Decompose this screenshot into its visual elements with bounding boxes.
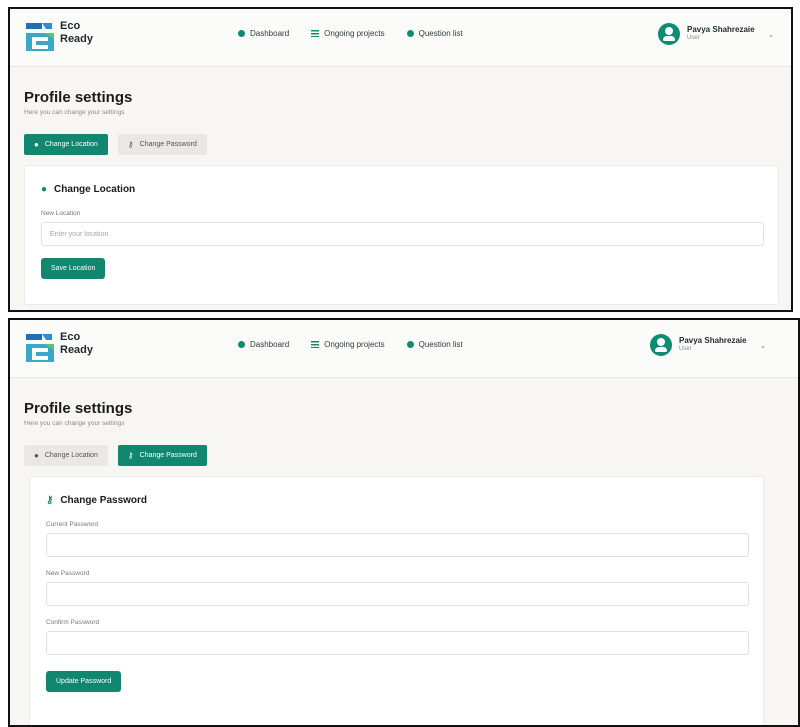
nav-ongoing-projects-label: Ongoing projects	[324, 29, 385, 38]
question-dot-icon	[406, 30, 414, 37]
save-location-button[interactable]: Save Location	[41, 258, 106, 279]
location-pin-icon: ●	[34, 450, 39, 460]
chevron-down-icon[interactable]: ⌄	[768, 30, 775, 39]
eco-ready-logo[interactable]: Eco Ready	[24, 19, 104, 55]
card-title-text: Change Password	[60, 495, 148, 506]
change-location-card: ● Change Location New Location Save Loca…	[24, 165, 779, 305]
nav-dashboard-label: Dashboard	[250, 29, 290, 38]
avatar-icon	[650, 334, 672, 356]
new-location-label: New Location	[41, 210, 81, 217]
settings-tabs: ● Change Location ⚷ Change Password	[24, 134, 779, 155]
card-title-text: Change Location	[54, 184, 136, 195]
top-navbar: Eco Ready Dashboard Ongoing projects Que…	[10, 9, 791, 67]
screenshot-change-location: Eco Ready Dashboard Ongoing projects Que…	[8, 7, 793, 312]
main-nav: Dashboard Ongoing projects Question list	[238, 29, 463, 38]
logo-icon	[26, 334, 54, 362]
tab-change-location[interactable]: ● Change Location	[24, 134, 108, 155]
tab-change-password[interactable]: ⚷ Change Password	[117, 134, 207, 155]
logo-text: Eco Ready	[60, 331, 93, 357]
nav-dashboard[interactable]: Dashboard	[238, 340, 289, 349]
user-name: Pavya Shahrezaie	[687, 25, 755, 34]
list-icon	[311, 30, 320, 37]
main-nav: Dashboard Ongoing projects Question list	[238, 340, 463, 349]
current-password-input[interactable]	[46, 533, 749, 557]
page-subtitle: Here you can change your settings	[24, 420, 125, 427]
profile-settings-page: Profile settings Here you can change you…	[24, 89, 779, 305]
update-password-button[interactable]: Update Password	[46, 671, 122, 692]
tab-change-location[interactable]: ● Change Location	[24, 445, 108, 466]
new-password-label: New Password	[46, 570, 90, 577]
new-location-input[interactable]	[41, 222, 764, 246]
page-subtitle: Here you can change your settings	[24, 109, 125, 116]
location-pin-icon: ●	[34, 139, 39, 149]
tab-change-password-label: Change Password	[139, 452, 197, 459]
list-icon	[311, 341, 320, 348]
eco-ready-logo[interactable]: Eco Ready	[24, 330, 104, 366]
new-password-input[interactable]	[46, 582, 749, 606]
key-icon: ⚷	[46, 495, 54, 506]
user-role: User	[687, 35, 700, 41]
nav-dashboard-label: Dashboard	[250, 340, 290, 349]
location-pin-icon: ●	[41, 184, 48, 195]
tab-change-password[interactable]: ⚷ Change Password	[117, 445, 207, 466]
current-password-label: Current Password	[46, 521, 99, 528]
page-title: Profile settings	[24, 89, 133, 106]
nav-question-list[interactable]: Question list	[406, 29, 463, 38]
user-menu[interactable]: Pavya Shahrezaie User ⌄	[658, 23, 774, 45]
page-title: Profile settings	[24, 400, 133, 417]
tab-change-location-label: Change Location	[44, 452, 98, 459]
nav-question-list-label: Question list	[418, 340, 463, 349]
logo-line-1: Eco	[60, 20, 81, 32]
change-password-card: ⚷ Change Password Current Password New P…	[29, 476, 764, 725]
profile-settings-page: Profile settings Here you can change you…	[24, 400, 776, 725]
user-info: Pavya Shahrezaie User	[679, 336, 747, 354]
settings-tabs: ● Change Location ⚷ Change Password	[24, 445, 776, 466]
user-name: Pavya Shahrezaie	[679, 336, 747, 345]
nav-ongoing-projects[interactable]: Ongoing projects	[311, 29, 385, 38]
confirm-password-input[interactable]	[46, 631, 749, 655]
avatar-icon	[658, 23, 680, 45]
dashboard-dot-icon	[238, 30, 245, 37]
nav-dashboard[interactable]: Dashboard	[238, 29, 289, 38]
user-info: Pavya Shahrezaie User	[687, 25, 755, 43]
card-title: ● Change Location	[41, 184, 135, 195]
top-navbar: Eco Ready Dashboard Ongoing projects Que…	[10, 320, 798, 378]
tab-change-password-label: Change Password	[139, 141, 197, 148]
screenshot-change-password: Eco Ready Dashboard Ongoing projects Que…	[8, 318, 800, 727]
tab-change-location-label: Change Location	[44, 141, 98, 148]
logo-line-2: Ready	[60, 33, 94, 45]
dashboard-dot-icon	[238, 341, 245, 348]
key-icon: ⚷	[127, 139, 134, 149]
chevron-down-icon[interactable]: ⌄	[760, 341, 767, 350]
key-icon: ⚷	[127, 450, 134, 460]
logo-icon	[26, 23, 54, 51]
logo-text: Eco Ready	[60, 20, 93, 46]
nav-question-list-label: Question list	[418, 29, 463, 38]
question-dot-icon	[406, 341, 414, 348]
logo-line-1: Eco	[60, 331, 81, 343]
nav-question-list[interactable]: Question list	[406, 340, 463, 349]
user-menu[interactable]: Pavya Shahrezaie User ⌄	[650, 334, 766, 356]
card-title: ⚷ Change Password	[46, 495, 147, 506]
user-role: User	[679, 346, 692, 352]
nav-ongoing-projects-label: Ongoing projects	[324, 340, 385, 349]
logo-line-2: Ready	[60, 344, 94, 356]
nav-ongoing-projects[interactable]: Ongoing projects	[311, 340, 385, 349]
confirm-password-label: Confirm Password	[46, 619, 100, 626]
